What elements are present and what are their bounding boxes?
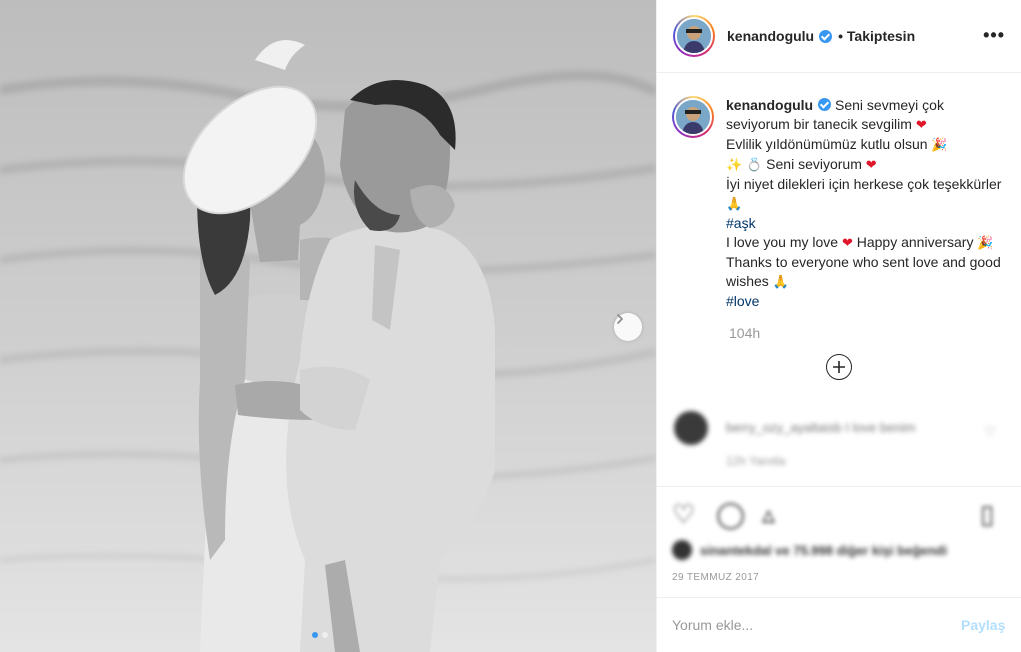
author-username[interactable]: kenandogulu	[727, 28, 814, 44]
caption-line: Happy anniversary	[856, 234, 974, 250]
carousel-dot	[322, 632, 328, 638]
likes-summary[interactable]: sinantekdal ve 75.998 diğer kişi beğendi	[672, 537, 992, 563]
caption-line: Thanks to everyone who sent love and goo…	[726, 254, 1001, 289]
caption-text: kenandogulu Seni sevmeyi çok seviyorum b…	[726, 96, 1006, 311]
party-popper-icon: 🎉	[977, 236, 994, 251]
post-date[interactable]: 29 TEMMUZ 2017	[672, 572, 759, 583]
share-icon[interactable]: ▵	[762, 499, 775, 530]
comment-meta[interactable]: 12h Yanıtla	[726, 454, 786, 468]
folded-hands-icon: 🙏	[772, 275, 789, 290]
hashtag-link[interactable]: #aşk	[726, 215, 756, 231]
comment-icon[interactable]: ◯	[716, 499, 745, 530]
caption-username[interactable]: kenandogulu	[726, 97, 813, 113]
comment-item: berry_ozy_ayaltaisb I love benim 12h Yan…	[670, 408, 1010, 478]
avatar-image	[676, 100, 710, 134]
caption-line: I love you my love	[726, 234, 839, 250]
caption-line: Evlilik yıldönümümüz kutlu olsun	[726, 136, 928, 152]
load-more-comments-button[interactable]	[826, 354, 852, 380]
sparkles-icon: ✨	[726, 158, 743, 173]
red-heart-icon: ❤	[915, 118, 927, 133]
post-actions: ♡ ◯ ▵ ▯	[670, 495, 1010, 531]
next-photo-button[interactable]	[614, 313, 642, 341]
comment-input[interactable]: Yorum ekle...	[672, 617, 753, 633]
likes-text: sinantekdal ve 75.998 diğer kişi beğendi	[700, 542, 948, 558]
avatar-image	[677, 19, 711, 53]
hashtag-link[interactable]: #love	[726, 293, 759, 309]
carousel-indicator	[312, 632, 328, 638]
red-heart-icon: ❤	[865, 158, 877, 173]
bookmark-icon[interactable]: ▯	[980, 499, 994, 530]
party-popper-icon: 🎉	[931, 138, 948, 153]
commenter-avatar[interactable]	[674, 411, 708, 445]
folded-hands-icon: 🙏	[726, 197, 743, 212]
following-status[interactable]: • Takiptesin	[838, 28, 915, 44]
post-photo[interactable]	[0, 0, 656, 652]
red-heart-icon: ❤	[841, 236, 853, 251]
wedding-photo-image	[0, 0, 656, 652]
carousel-dot-active	[312, 632, 318, 638]
divider	[656, 486, 1021, 487]
verified-badge-icon	[818, 98, 832, 111]
verified-badge-icon	[819, 29, 833, 43]
post-comment-button[interactable]: Paylaş	[961, 617, 1005, 633]
caption-line: İyi niyet dilekleri için herkese çok teş…	[726, 176, 1002, 192]
liker-avatar	[672, 540, 692, 560]
more-options-icon[interactable]: •••	[983, 26, 1005, 44]
next-arrow-icon	[617, 314, 623, 324]
comment-text: berry_ozy_ayaltaisb I love benim	[726, 420, 916, 435]
heart-icon[interactable]: ♡	[672, 499, 695, 530]
divider	[656, 597, 1021, 598]
post-caption: kenandogulu Seni sevmeyi çok seviyorum b…	[672, 96, 1012, 311]
caption-line: Seni seviyorum	[766, 156, 862, 172]
post-header: kenandogulu • Takiptesin •••	[657, 0, 1021, 73]
caption-time-ago[interactable]: 104h	[729, 325, 760, 341]
caption-author-avatar[interactable]	[672, 96, 714, 138]
author-avatar[interactable]	[673, 15, 715, 57]
plus-circle-icon	[833, 361, 845, 373]
comment-like-icon[interactable]: ♡	[984, 424, 996, 440]
ring-icon: 💍	[746, 158, 763, 173]
